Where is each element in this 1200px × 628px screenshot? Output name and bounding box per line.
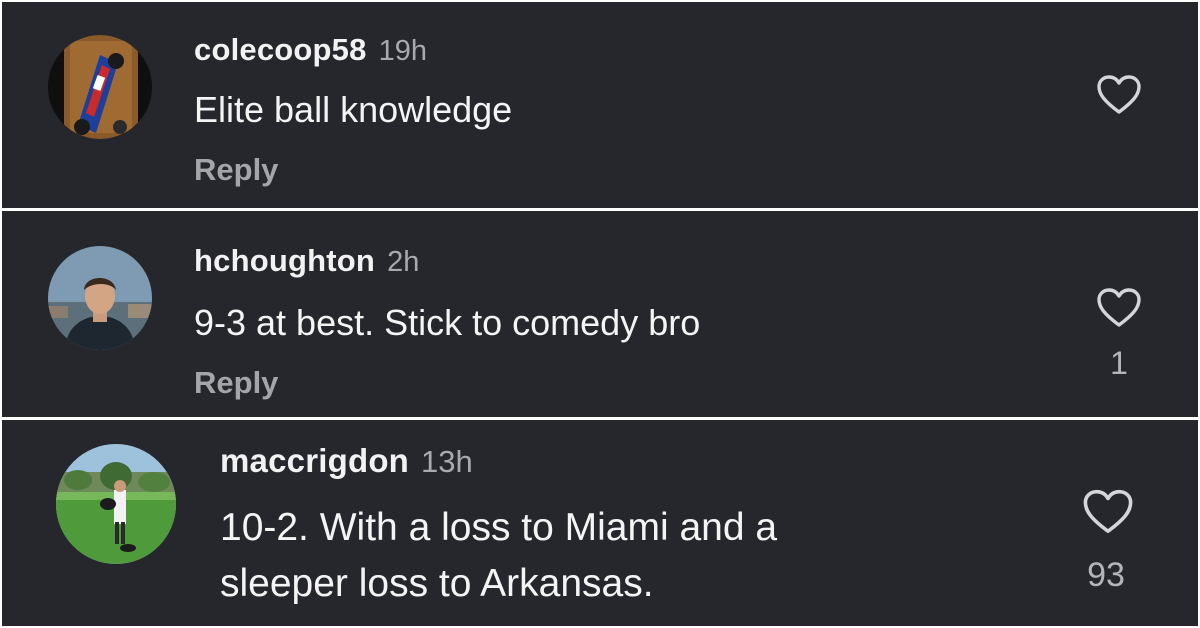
like-count: 1 (1110, 345, 1128, 381)
username[interactable]: hchoughton (194, 243, 375, 278)
comment-card: maccrigdon 13h 10-2. With a loss to Miami… (2, 420, 1198, 626)
heart-icon (1097, 288, 1141, 327)
heart-icon (1097, 75, 1141, 114)
avatar[interactable] (48, 246, 152, 350)
comment-text: 9-3 at best. Stick to comedy bro (194, 302, 701, 343)
avatar[interactable] (48, 35, 152, 139)
comment-header: colecoop58 19h (194, 32, 427, 68)
like-count: 93 (1087, 556, 1125, 594)
heart-icon (1083, 489, 1133, 534)
reply-button[interactable]: Reply (194, 365, 278, 401)
comment-header: hchoughton 2h (194, 243, 419, 279)
username[interactable]: colecoop58 (194, 32, 367, 67)
field-avatar-icon (56, 444, 176, 564)
timestamp: 13h (421, 444, 473, 479)
comment-text: Elite ball knowledge (194, 89, 513, 130)
comment-header: maccrigdon 13h (220, 442, 473, 480)
comment-text-line: sleeper loss to Arkansas. (220, 562, 654, 605)
comment-card: hchoughton 2h 9-3 at best. Stick to comed… (2, 211, 1198, 417)
like-button[interactable] (1096, 74, 1142, 121)
like-button[interactable] (1082, 488, 1134, 541)
comment-text-line: 10-2. With a loss to Miami and a (220, 506, 778, 549)
timestamp: 19h (378, 35, 427, 67)
like-button[interactable] (1096, 287, 1142, 334)
reply-button[interactable]: Reply (194, 152, 278, 188)
race-car-avatar-icon (48, 35, 152, 139)
avatar[interactable] (56, 444, 176, 564)
person-avatar-icon (48, 246, 152, 350)
timestamp: 2h (387, 246, 420, 278)
comment-card: colecoop58 19h Elite ball knowledge Reply (2, 2, 1198, 208)
username[interactable]: maccrigdon (220, 442, 409, 479)
